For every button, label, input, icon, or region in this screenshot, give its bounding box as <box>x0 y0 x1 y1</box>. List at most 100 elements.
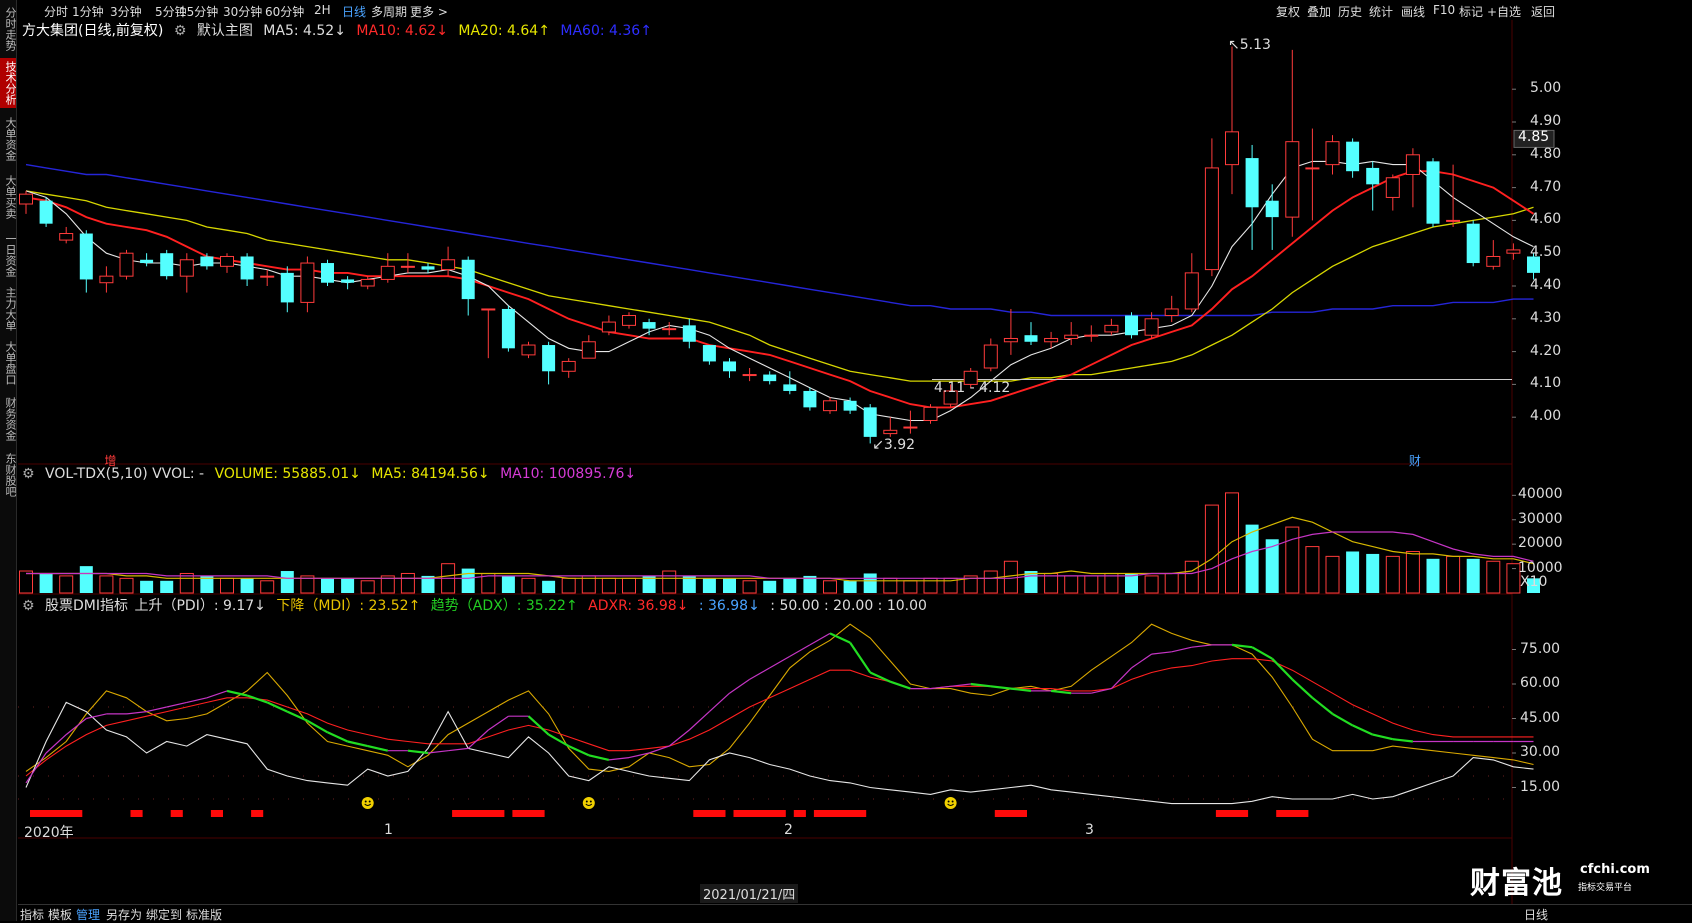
adx-segment <box>1151 651 1172 655</box>
volume-bar <box>160 580 174 593</box>
candle-body <box>662 328 677 331</box>
candle-body <box>763 374 777 382</box>
volume-bar <box>1225 492 1239 594</box>
candle-body <box>1486 255 1501 267</box>
adx-segment <box>1191 644 1212 648</box>
candle-body <box>923 406 938 421</box>
high-price-label: ↖5.13 <box>1228 36 1271 53</box>
bottom-tool-1[interactable]: 模板 <box>48 906 72 923</box>
volume-bar <box>1003 560 1018 594</box>
smiley-eye <box>368 800 371 803</box>
adx-segment <box>1110 667 1132 690</box>
candle-body <box>702 345 716 362</box>
adx-segment <box>186 697 208 703</box>
candle-body <box>240 256 254 280</box>
bottom-tool-3[interactable]: 另存为 <box>106 906 142 923</box>
candle-body <box>1325 141 1340 166</box>
volume-bar <box>1426 558 1440 593</box>
volume-bar <box>1325 555 1340 594</box>
bottom-tool-2[interactable]: 管理 <box>76 906 100 923</box>
dmi-axis-label: 45.00 <box>1520 709 1561 726</box>
candle-body <box>1305 167 1320 170</box>
price-axis-label: 4.90 <box>1530 113 1562 129</box>
candle-body <box>1044 337 1059 343</box>
price-axis-label: 4.80 <box>1530 145 1562 162</box>
volume-bar <box>1305 546 1320 594</box>
event-marker-zeng: 增 <box>104 454 117 468</box>
volume-bar <box>863 573 877 593</box>
candle-body <box>59 233 74 241</box>
candle-body <box>1104 324 1119 333</box>
volume-bar <box>823 580 837 594</box>
candle-body <box>1125 315 1138 336</box>
candle-body <box>542 345 556 372</box>
volume-bar <box>1486 560 1501 594</box>
adx-segment <box>588 754 610 761</box>
volume-bar <box>461 568 475 593</box>
volume-bar <box>360 580 375 594</box>
candle-body <box>1164 308 1179 317</box>
volume-bar <box>723 578 736 593</box>
volume-bar <box>843 580 857 593</box>
watermark-sub: 指标交易平台 <box>1578 883 1633 893</box>
watermark: 财富池 cfchi.com 指标交易平台 <box>1470 858 1670 901</box>
candle-body <box>1265 200 1279 218</box>
signal-bar <box>210 810 223 817</box>
signal-bar <box>813 810 867 817</box>
candle-body <box>380 265 395 280</box>
adx-segment <box>367 745 389 752</box>
chart-area[interactable] <box>0 0 1692 921</box>
x-axis-label: 1 <box>384 822 393 838</box>
volume-bar <box>1346 551 1360 593</box>
volume-bar <box>983 570 998 594</box>
candle-body <box>481 308 496 311</box>
adx-segment <box>467 729 489 749</box>
candle-body <box>280 272 294 303</box>
watermark-url: cfchi.com <box>1580 862 1650 877</box>
ma10-line <box>25 170 1535 409</box>
candle-body <box>783 384 797 391</box>
volume-bar <box>79 566 93 593</box>
smiley-eye <box>951 800 954 803</box>
x-axis-label: 3 <box>1085 822 1094 838</box>
bottom-toolbar: 指标 模板 管理 另存为 绑定到 标准版 日线 <box>18 904 1692 922</box>
candle-body <box>321 263 334 283</box>
candle-body <box>863 407 877 437</box>
signal-bar <box>793 810 806 817</box>
price-axis-label: 4.00 <box>1530 408 1562 425</box>
dmi-axis-label: 60.00 <box>1520 675 1561 691</box>
volume-bar <box>260 580 275 594</box>
candle-body <box>581 341 596 359</box>
volume-bar <box>39 573 53 593</box>
candle-body <box>1285 141 1300 218</box>
signal-bar <box>1276 810 1309 817</box>
ma20-line <box>25 190 1534 382</box>
candle-body <box>79 233 93 280</box>
adx-segment <box>1171 646 1192 653</box>
candle-body <box>1466 223 1480 264</box>
bottom-tool-5[interactable]: 标准版 <box>186 906 222 923</box>
adxr-line <box>25 658 1534 777</box>
bottom-tool-4[interactable]: 绑定到 <box>146 906 182 923</box>
adx-segment <box>347 740 368 748</box>
candle-body <box>642 322 656 329</box>
candle-body <box>1144 318 1159 336</box>
candle-body <box>1385 177 1400 198</box>
candle-body <box>601 321 616 333</box>
signal-bar <box>733 810 786 817</box>
adx-segment <box>487 715 509 731</box>
candle-body <box>1084 334 1099 337</box>
candle-body <box>341 279 355 283</box>
candle-body <box>1506 249 1521 254</box>
volume-bar <box>742 580 757 594</box>
candle-body <box>1245 158 1259 208</box>
candle-body <box>682 325 696 342</box>
volume-bar <box>1064 575 1079 594</box>
ma5-line <box>25 160 1534 422</box>
adx-segment <box>889 680 911 690</box>
bottom-tool-0[interactable]: 指标 <box>20 906 44 923</box>
dmi-axis-label: 75.00 <box>1520 640 1561 657</box>
range-label: 4.11 - 4.12 <box>934 380 1011 397</box>
candle-body <box>1184 272 1199 310</box>
candle-body <box>501 308 515 349</box>
